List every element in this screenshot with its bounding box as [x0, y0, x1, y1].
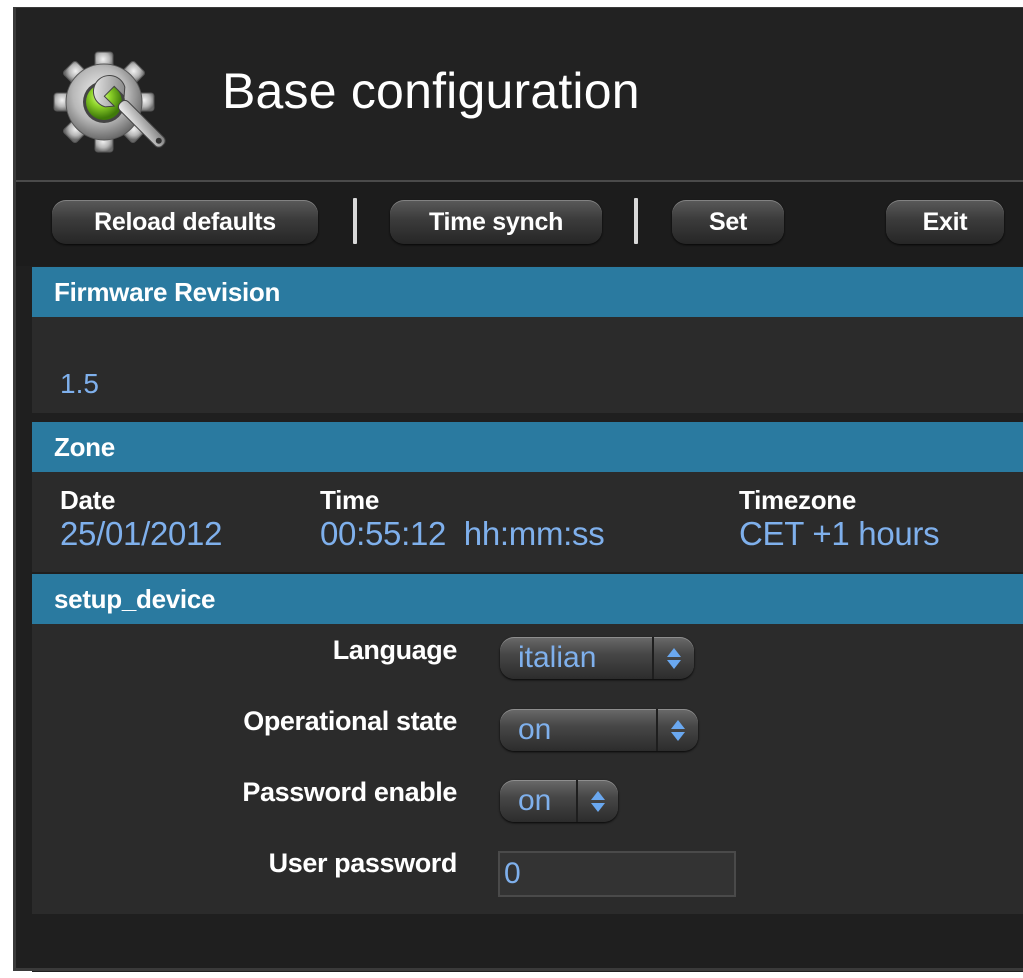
time-label: Time — [320, 485, 380, 515]
header: Base configuration — [16, 8, 1023, 180]
toolbar-separator — [353, 198, 357, 244]
firmware-panel — [32, 317, 1023, 413]
gear-wrench-icon — [53, 51, 166, 153]
exit-button[interactable]: Exit — [886, 200, 1004, 244]
language-label: Language — [332, 635, 458, 665]
reload-defaults-button[interactable]: Reload defaults — [52, 200, 318, 244]
page-title: Base configuration — [222, 63, 640, 119]
date-value: 25/01/2012 — [60, 515, 223, 552]
updown-arrows-icon — [652, 637, 694, 679]
operational-state-select[interactable]: on — [500, 709, 698, 751]
user-password-input[interactable]: 0 — [498, 851, 736, 897]
toolbar-separator — [634, 198, 638, 244]
time-synch-button[interactable]: Time synch — [390, 200, 602, 244]
app-window: Base configuration Reload defaults Time … — [13, 7, 1023, 972]
password-enable-label: Password enable — [242, 777, 457, 807]
timezone-value: CET +1 hours — [739, 515, 940, 552]
user-password-label: User password — [268, 848, 458, 878]
date-label: Date — [60, 485, 116, 515]
timezone-label: Timezone — [739, 485, 857, 515]
set-button[interactable]: Set — [672, 200, 784, 244]
toolbar: Reload defaults Time synch Set Exit — [16, 182, 1023, 266]
zone-section-header: Zone — [32, 422, 1023, 472]
language-select-value: italian — [518, 641, 597, 674]
password-enable-select[interactable]: on — [500, 780, 618, 822]
firmware-section-header: Firmware Revision — [32, 267, 1023, 317]
footer — [32, 920, 1023, 972]
password-enable-select-value: on — [518, 784, 552, 817]
updown-arrows-icon — [656, 709, 698, 751]
firmware-version-value: 1.5 — [60, 368, 99, 399]
operational-state-label: Operational state — [243, 706, 457, 736]
time-value: 00:55:12 hh:mm:ss — [320, 515, 605, 552]
operational-state-select-value: on — [518, 713, 552, 746]
language-select[interactable]: italian — [500, 637, 694, 679]
updown-arrows-icon — [576, 780, 618, 822]
window-bottom-border — [13, 968, 1023, 971]
setup-device-section-header: setup_device — [32, 574, 1023, 624]
